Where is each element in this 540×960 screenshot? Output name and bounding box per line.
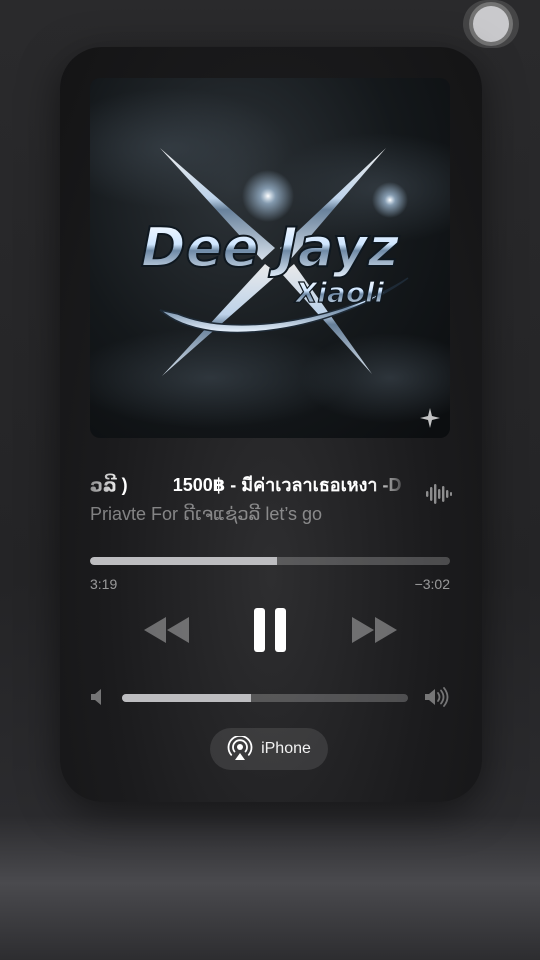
audio-waveform-icon[interactable]: [426, 484, 452, 509]
audio-output-button[interactable]: iPhone: [210, 728, 328, 770]
speaker-high-icon: [424, 687, 450, 712]
playback-scrubber[interactable]: [90, 557, 450, 565]
artwork-logo-line2: Xiaoli: [294, 276, 385, 309]
airplay-audio-icon: [227, 736, 253, 760]
artist-name[interactable]: Priavte For ດີເຈແຊ່ວລີ let’s go: [90, 504, 322, 525]
song-title: 1500฿ - มีค่าเวลาเธอเหงา -D: [172, 475, 402, 495]
volume-slider[interactable]: [122, 694, 408, 702]
sparkle-icon: [420, 408, 440, 428]
playback-progress-fill: [90, 557, 278, 565]
fast-forward-icon: [352, 617, 397, 643]
song-title-marquee: ວລີ ) 1500฿ - มีค่าเวลาเธอเหงา -D: [90, 470, 410, 496]
assistive-touch-knob: [473, 6, 509, 42]
elapsed-time: 3:19: [90, 576, 118, 592]
speaker-low-icon: [90, 688, 104, 711]
rewind-icon: [144, 617, 189, 643]
remaining-time: −3:02: [414, 576, 450, 592]
album-artwork[interactable]: Dee Jayz Xiaoli: [90, 78, 450, 438]
artwork-logo-graphic: Dee Jayz Xiaoli: [90, 88, 450, 428]
song-title-fragment: ວລີ ): [90, 475, 128, 495]
artwork-logo-line1: Dee Jayz: [141, 216, 400, 279]
pause-icon: [254, 608, 286, 652]
rewind-button[interactable]: [138, 607, 196, 653]
audio-output-label: iPhone: [261, 740, 311, 757]
volume-level-fill: [122, 694, 251, 702]
fast-forward-button[interactable]: [345, 607, 403, 653]
now-playing-panel: Dee Jayz Xiaoli ວລີ ) 1500฿ - มีค่าเวลาเ…: [60, 47, 482, 802]
pause-button[interactable]: [245, 605, 295, 655]
assistive-touch-button[interactable]: [463, 0, 519, 48]
